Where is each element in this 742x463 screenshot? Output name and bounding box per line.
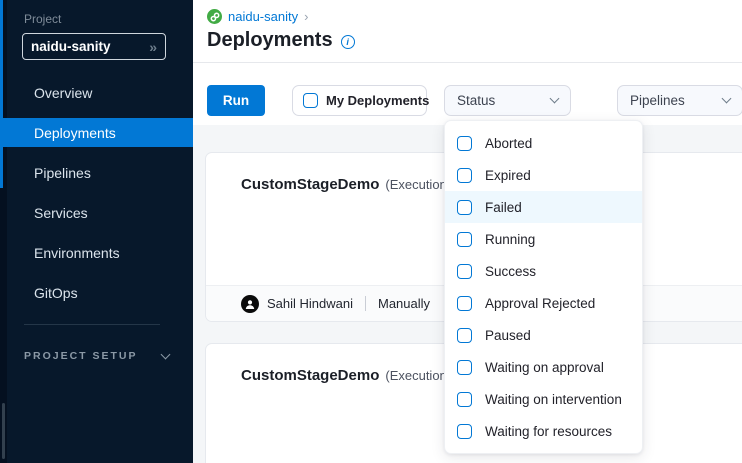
sidebar-item-overview[interactable]: Overview	[0, 78, 193, 107]
sidebar-item-services[interactable]: Services	[0, 198, 193, 227]
status-option-aborted[interactable]: Aborted	[445, 127, 642, 159]
page-title: Deployments	[207, 29, 333, 52]
status-filter-menu: Aborted Expired Failed Running Success A…	[444, 120, 643, 454]
checkbox[interactable]	[457, 136, 472, 151]
sidebar-divider	[24, 324, 160, 325]
toolbar: Run My Deployments Status Pipelines	[193, 63, 742, 125]
sidebar-nav: Overview Deployments Pipelines Services …	[0, 78, 193, 318]
my-deployments-label: My Deployments	[326, 93, 429, 108]
status-filter-dropdown[interactable]: Status	[444, 85, 571, 116]
cd-module-icon	[207, 9, 222, 24]
user-avatar	[241, 295, 259, 313]
sidebar-item-deployments[interactable]: Deployments	[0, 118, 193, 147]
status-option-expired[interactable]: Expired	[445, 159, 642, 191]
trigger-type: Manually	[378, 296, 430, 311]
breadcrumb: naidu-sanity ›	[207, 9, 308, 24]
status-option-waiting-on-intervention[interactable]: Waiting on intervention	[445, 383, 642, 415]
footer-divider	[365, 296, 366, 311]
checkbox[interactable]	[457, 168, 472, 183]
pipelines-filter-dropdown[interactable]: Pipelines	[617, 85, 742, 116]
project-setup-label: PROJECT SETUP	[24, 350, 138, 362]
module-strip-scrollbar[interactable]	[2, 403, 5, 459]
project-sidebar: Project naidu-sanity » Overview Deployme…	[0, 0, 193, 463]
breadcrumb-chevron-icon: ›	[304, 9, 308, 24]
status-option-waiting-on-approval[interactable]: Waiting on approval	[445, 351, 642, 383]
expand-project-icon: »	[149, 39, 157, 55]
status-option-failed[interactable]: Failed	[445, 191, 642, 223]
my-deployments-checkbox[interactable]	[303, 93, 318, 108]
checkbox[interactable]	[457, 200, 472, 215]
sidebar-item-gitops[interactable]: GitOps	[0, 278, 193, 307]
checkbox[interactable]	[457, 392, 472, 407]
checkbox[interactable]	[457, 264, 472, 279]
triggered-by-user: Sahil Hindwani	[267, 296, 353, 311]
status-option-approval-rejected[interactable]: Approval Rejected	[445, 287, 642, 319]
checkbox[interactable]	[457, 296, 472, 311]
deployments-page: Project naidu-sanity » Overview Deployme…	[0, 0, 742, 463]
main-area: naidu-sanity › Deployments i Run My Depl…	[193, 0, 742, 463]
my-deployments-filter[interactable]: My Deployments	[292, 85, 427, 116]
checkbox[interactable]	[457, 360, 472, 375]
status-option-waiting-for-resources[interactable]: Waiting for resources	[445, 415, 642, 447]
status-option-success[interactable]: Success	[445, 255, 642, 287]
pipelines-filter-label: Pipelines	[630, 93, 685, 108]
info-icon[interactable]: i	[341, 35, 355, 49]
page-header: naidu-sanity › Deployments i	[193, 0, 742, 63]
title-row: Deployments i	[207, 29, 355, 52]
run-button[interactable]: Run	[207, 85, 265, 116]
chevron-down-icon	[722, 94, 732, 104]
status-option-running[interactable]: Running	[445, 223, 642, 255]
pipeline-name[interactable]: CustomStageDemo	[241, 367, 379, 384]
project-name: naidu-sanity	[31, 39, 149, 54]
checkbox[interactable]	[457, 424, 472, 439]
status-option-paused[interactable]: Paused	[445, 319, 642, 351]
sidebar-item-pipelines[interactable]: Pipelines	[0, 158, 193, 187]
pipeline-name[interactable]: CustomStageDemo	[241, 176, 379, 193]
sidebar-item-environments[interactable]: Environments	[0, 238, 193, 267]
checkbox[interactable]	[457, 328, 472, 343]
chevron-down-icon	[161, 349, 171, 359]
chevron-down-icon	[550, 94, 560, 104]
checkbox[interactable]	[457, 232, 472, 247]
project-setup-toggle[interactable]: PROJECT SETUP	[24, 350, 169, 362]
breadcrumb-project-link[interactable]: naidu-sanity	[228, 9, 298, 24]
status-filter-label: Status	[457, 93, 495, 108]
project-label: Project	[24, 12, 61, 26]
project-selector[interactable]: naidu-sanity »	[22, 33, 166, 60]
